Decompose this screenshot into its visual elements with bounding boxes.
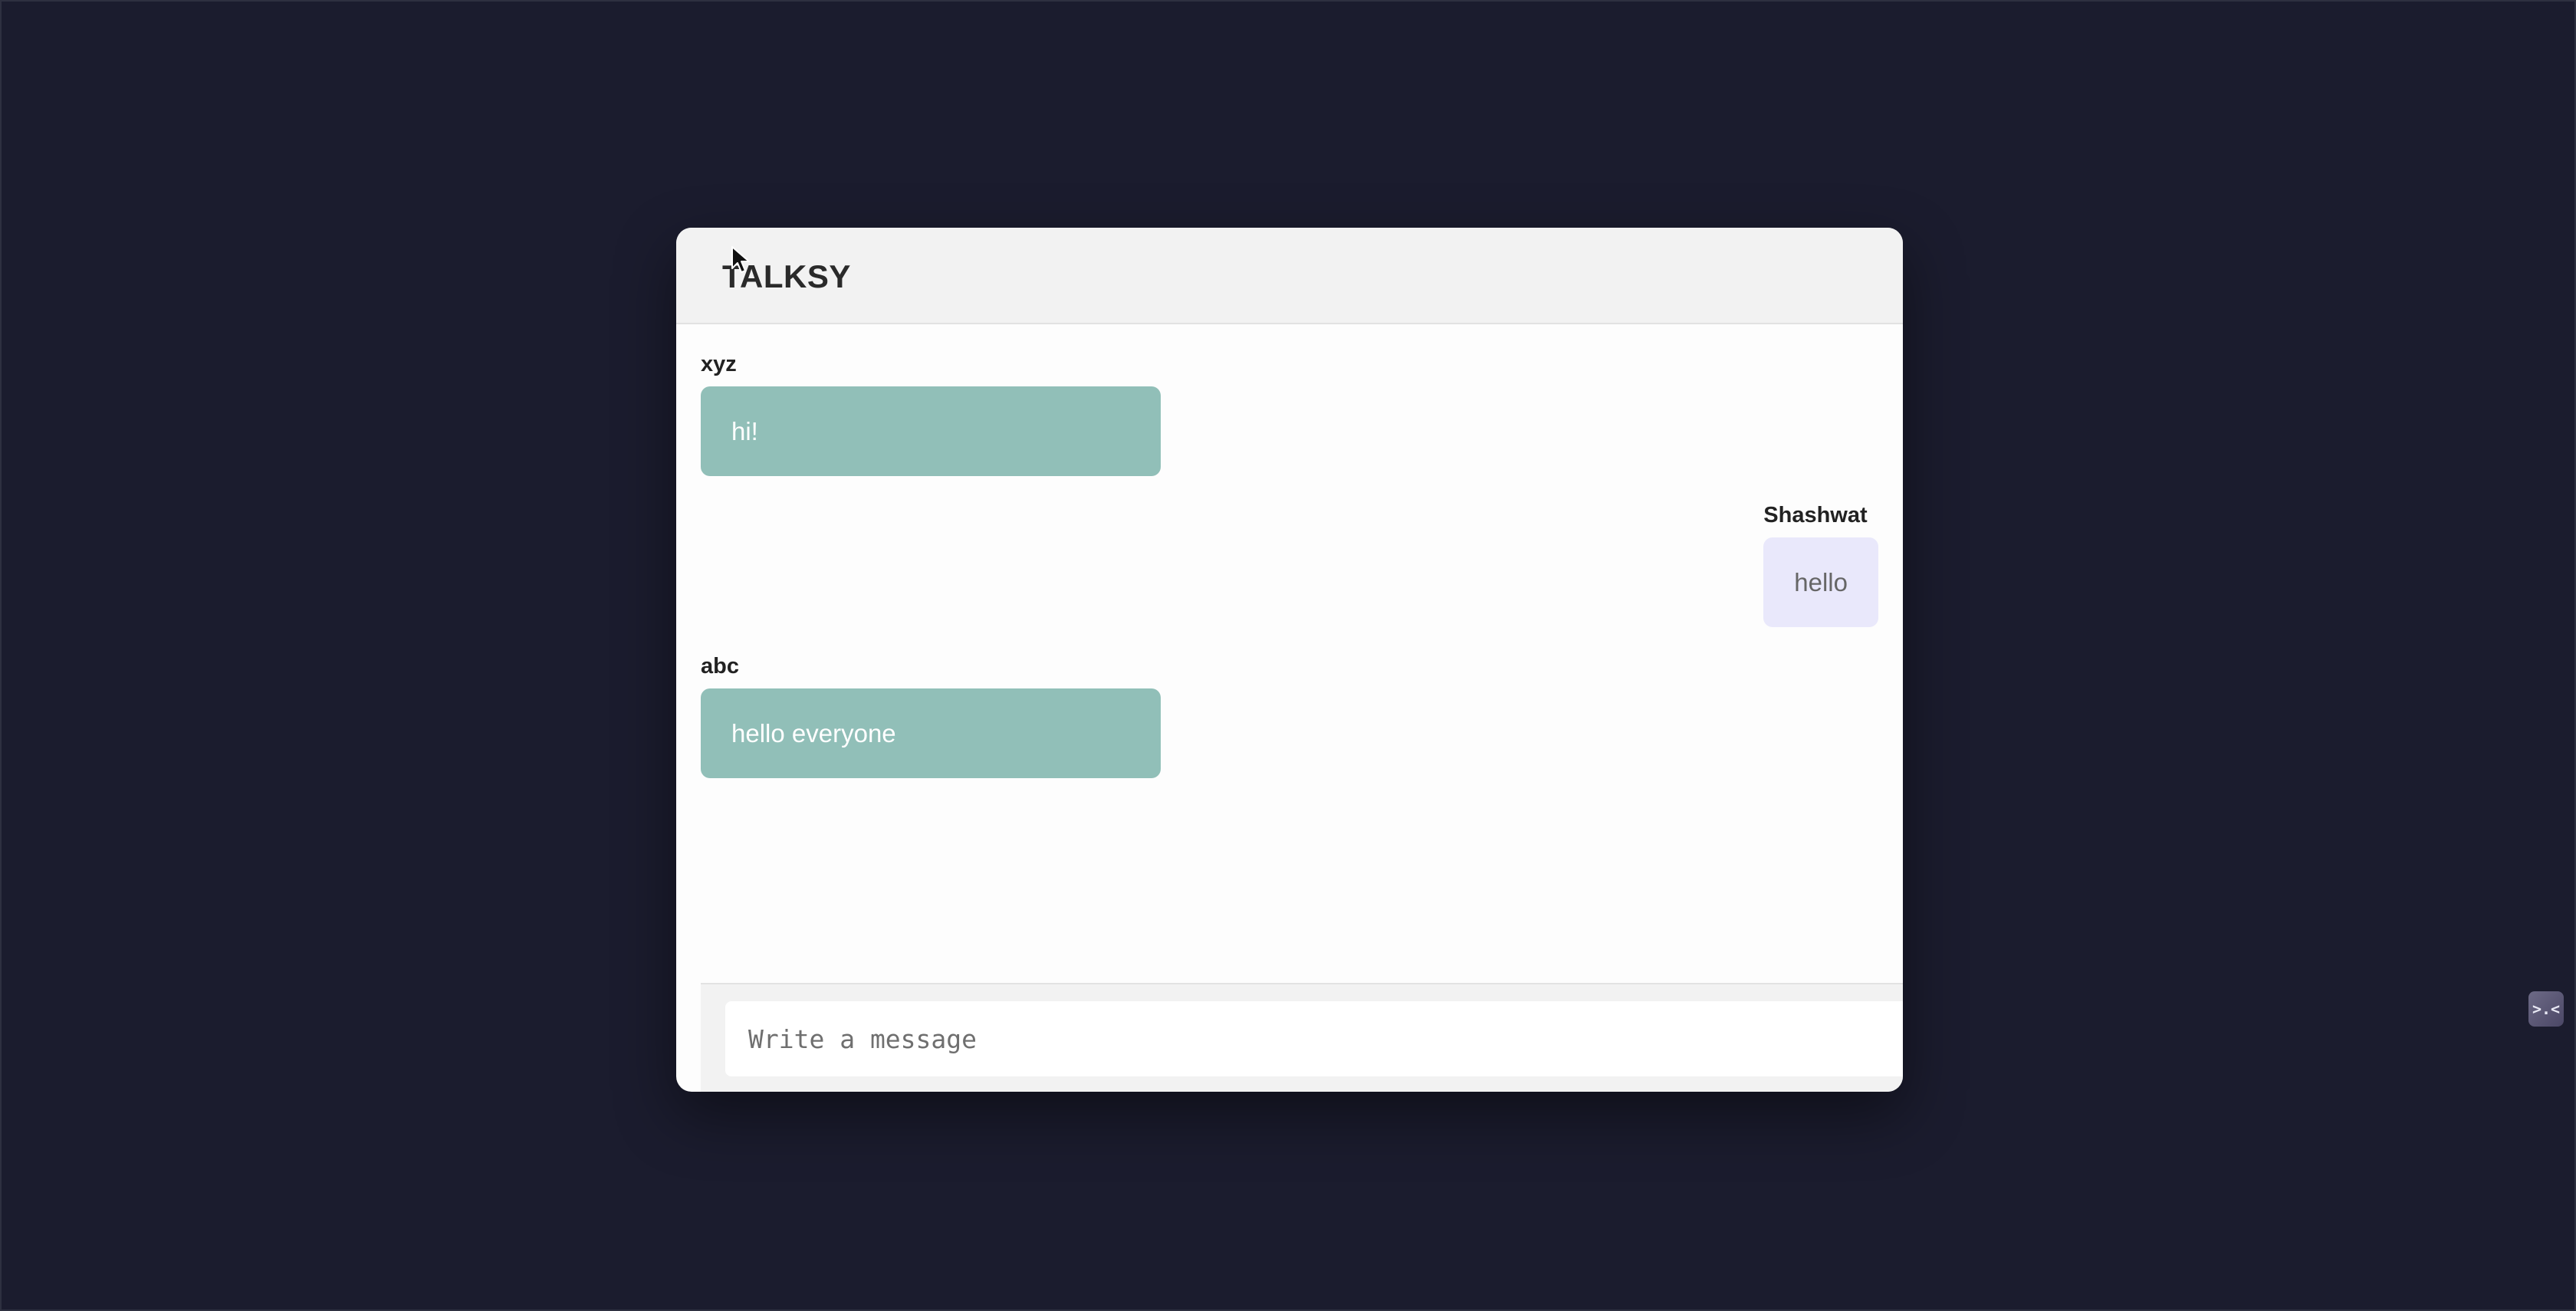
page-background: TALKSY xyz hi! Shashwat hello abc hello …	[0, 0, 2576, 1311]
message-sender: abc	[701, 654, 739, 678]
message-item: xyz hi!	[701, 352, 1161, 476]
message-composer	[701, 983, 1903, 1092]
terminal-face-icon[interactable]: >.<	[2528, 991, 2564, 1027]
message-list[interactable]: xyz hi! Shashwat hello abc hello everyon…	[676, 324, 1903, 980]
message-bubble: hello everyone	[701, 688, 1161, 778]
chat-window: TALKSY xyz hi! Shashwat hello abc hello …	[676, 228, 1903, 1092]
message-sender: Shashwat	[1763, 503, 1868, 527]
message-item: abc hello everyone	[701, 654, 1161, 778]
message-sender: xyz	[701, 352, 737, 376]
message-bubble: hi!	[701, 386, 1161, 476]
message-input[interactable]	[725, 1001, 1903, 1076]
message-item-self: Shashwat hello	[1763, 503, 1878, 627]
message-bubble-self: hello	[1763, 537, 1878, 627]
mouse-cursor-icon	[731, 246, 750, 273]
chat-header: TALKSY	[676, 228, 1903, 324]
